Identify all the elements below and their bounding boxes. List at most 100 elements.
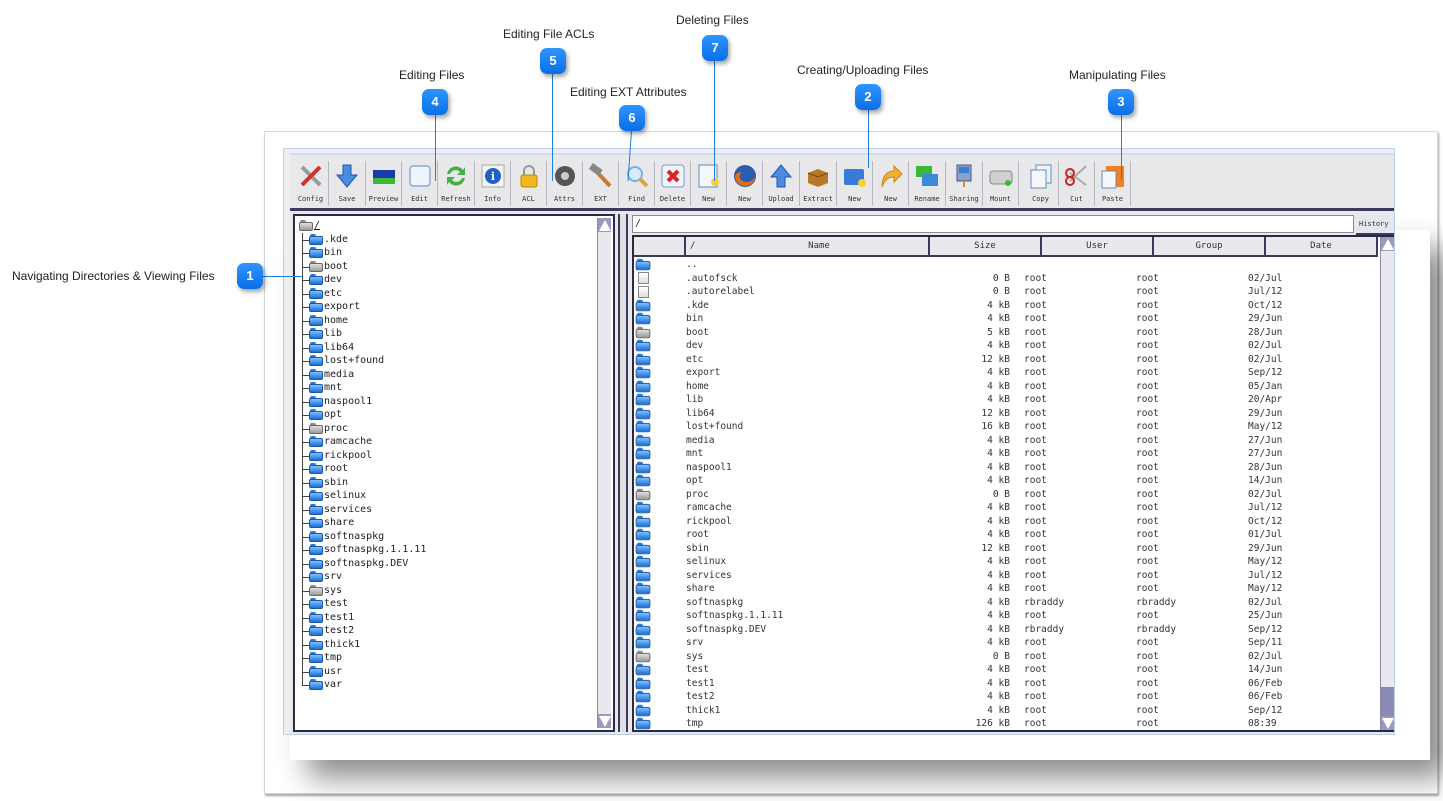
tree-item[interactable]: dev bbox=[299, 273, 426, 287]
history-button[interactable]: History bbox=[1356, 216, 1394, 235]
tree-item[interactable]: tmp bbox=[299, 651, 426, 665]
table-row[interactable]: media 4 kB root root 27/Jun bbox=[634, 434, 1350, 448]
table-row[interactable]: proc 0 B root root 02/Jul bbox=[634, 488, 1350, 502]
toolbar-button-find-9[interactable]: Find bbox=[619, 161, 655, 206]
toolbar-button-acl-6[interactable]: ACL bbox=[511, 161, 547, 206]
tree-item[interactable]: rickpool bbox=[299, 448, 426, 463]
tree-item[interactable]: lib64 bbox=[299, 340, 426, 355]
table-row[interactable]: naspool1 4 kB root root 28/Jun bbox=[634, 461, 1350, 475]
table-row[interactable]: lost+found 16 kB root root May/12 bbox=[634, 420, 1350, 434]
tree-item[interactable]: softnaspkg.1.1.11 bbox=[299, 543, 426, 557]
table-row[interactable]: opt 4 kB root root 14/Jun bbox=[634, 474, 1350, 488]
toolbar-button-new-11[interactable]: New bbox=[691, 161, 727, 206]
path-input[interactable]: / bbox=[632, 215, 1354, 233]
tree-item[interactable]: root bbox=[299, 462, 426, 476]
toolbar-button-config-0[interactable]: Config bbox=[293, 161, 329, 206]
tree-item[interactable]: test1 bbox=[299, 610, 426, 625]
table-row[interactable]: root 4 kB root root 01/Jul bbox=[634, 528, 1350, 542]
table-row[interactable]: selinux 4 kB root root May/12 bbox=[634, 555, 1350, 569]
tree-item[interactable]: sys bbox=[299, 583, 426, 598]
scroll-up-button[interactable] bbox=[1381, 237, 1394, 251]
tree-item[interactable]: lost+found bbox=[299, 354, 426, 368]
tree-item[interactable]: proc bbox=[299, 421, 426, 436]
tree-item[interactable]: media bbox=[299, 367, 426, 382]
toolbar-button-sharing-18[interactable]: Sharing bbox=[946, 161, 983, 206]
table-row[interactable]: .. bbox=[634, 258, 1350, 272]
tree-item[interactable]: softnaspkg bbox=[299, 529, 426, 544]
toolbar-button-rename-17[interactable]: Rename bbox=[909, 161, 946, 206]
table-row[interactable]: etc 12 kB root root 02/Jul bbox=[634, 353, 1350, 367]
toolbar-button-ext-8[interactable]: EXT bbox=[583, 161, 619, 206]
table-row[interactable]: sys 0 B root root 02/Jul bbox=[634, 650, 1350, 664]
tree-item[interactable]: mnt bbox=[299, 381, 426, 395]
tree-item[interactable]: thick1 bbox=[299, 637, 426, 652]
table-row[interactable]: .autorelabel 0 B root root Jul/12 bbox=[634, 285, 1350, 299]
column-header-icon[interactable] bbox=[634, 237, 686, 255]
table-row[interactable]: srv 4 kB root root Sep/11 bbox=[634, 636, 1350, 650]
table-row[interactable]: bin 4 kB root root 29/Jun bbox=[634, 312, 1350, 326]
scroll-up-button[interactable] bbox=[598, 218, 611, 232]
column-header-group[interactable]: Group bbox=[1154, 237, 1266, 255]
table-row[interactable]: tmp 126 kB root root 08:39 bbox=[634, 717, 1350, 731]
toolbar-button-extract-14[interactable]: Extract bbox=[800, 161, 837, 206]
tree-item[interactable]: services bbox=[299, 502, 426, 517]
table-row[interactable]: home 4 kB root root 05/Jan bbox=[634, 380, 1350, 394]
tree-item[interactable]: softnaspkg.DEV bbox=[299, 556, 426, 571]
tree-item[interactable]: share bbox=[299, 516, 426, 530]
tree-item[interactable]: var bbox=[299, 678, 426, 692]
tree-item[interactable]: bin bbox=[299, 246, 426, 260]
tree-item[interactable]: test bbox=[299, 597, 426, 611]
tree-item[interactable]: home bbox=[299, 313, 426, 328]
tree-item[interactable]: lib bbox=[299, 327, 426, 341]
table-row[interactable]: lib64 12 kB root root 29/Jun bbox=[634, 407, 1350, 421]
tree-item[interactable]: boot bbox=[299, 259, 426, 274]
table-row[interactable]: softnaspkg.1.1.11 4 kB root root 25/Jun bbox=[634, 609, 1350, 623]
table-row[interactable]: services 4 kB root root Jul/12 bbox=[634, 569, 1350, 583]
table-row[interactable]: softnaspkg.DEV 4 kB rbraddy rbraddy Sep/12 bbox=[634, 623, 1350, 637]
pane-splitter[interactable] bbox=[618, 214, 628, 732]
toolbar-button-new-12[interactable]: New bbox=[727, 161, 763, 206]
toolbar-button-edit-3[interactable]: Edit bbox=[402, 161, 438, 206]
toolbar-button-save-1[interactable]: Save bbox=[329, 161, 366, 206]
table-row[interactable]: softnaspkg 4 kB rbraddy rbraddy 02/Jul bbox=[634, 596, 1350, 610]
table-row[interactable]: sbin 12 kB root root 29/Jun bbox=[634, 542, 1350, 556]
table-row[interactable]: .autofsck 0 B root root 02/Jul bbox=[634, 272, 1350, 286]
tree-item[interactable]: opt bbox=[299, 408, 426, 422]
table-row[interactable]: mnt 4 kB root root 27/Jun bbox=[634, 447, 1350, 461]
table-row[interactable]: test 4 kB root root 14/Jun bbox=[634, 663, 1350, 677]
toolbar-button-preview-2[interactable]: Preview bbox=[366, 161, 402, 206]
tree-item[interactable]: usr bbox=[299, 664, 426, 679]
tree-root[interactable]: / bbox=[299, 219, 426, 233]
table-row[interactable]: dev 4 kB root root 02/Jul bbox=[634, 339, 1350, 353]
table-row[interactable]: rickpool 4 kB root root Oct/12 bbox=[634, 515, 1350, 529]
table-row[interactable]: boot 5 kB root root 28/Jun bbox=[634, 326, 1350, 340]
toolbar-button-delete-10[interactable]: Delete bbox=[655, 161, 691, 206]
column-header-size[interactable]: Size bbox=[930, 237, 1042, 255]
tree-scrollbar[interactable] bbox=[597, 218, 611, 728]
scroll-down-button[interactable] bbox=[1381, 716, 1394, 730]
table-row[interactable]: .kde 4 kB root root Oct/12 bbox=[634, 299, 1350, 313]
scroll-down-button[interactable] bbox=[598, 714, 611, 728]
toolbar-button-info-5[interactable]: i Info bbox=[475, 161, 511, 206]
toolbar-button-paste-22[interactable]: Paste bbox=[1095, 161, 1131, 206]
directory-tree[interactable]: / .kde bin boot dev etc export home lib lib64 los… bbox=[293, 214, 615, 732]
column-header-name[interactable]: Name bbox=[710, 237, 930, 255]
toolbar-button-cut-21[interactable]: Cut bbox=[1059, 161, 1095, 206]
tree-item[interactable]: srv bbox=[299, 570, 426, 584]
tree-item[interactable]: selinux bbox=[299, 489, 426, 503]
column-header-date[interactable]: Date bbox=[1266, 237, 1378, 255]
toolbar-button-new-16[interactable]: New bbox=[873, 161, 909, 206]
toolbar-button-mount-19[interactable]: Mount bbox=[983, 161, 1019, 206]
tree-item[interactable]: etc bbox=[299, 286, 426, 301]
tree-item[interactable]: naspool1 bbox=[299, 394, 426, 409]
tree-item[interactable]: export bbox=[299, 300, 426, 314]
table-row[interactable]: share 4 kB root root May/12 bbox=[634, 582, 1350, 596]
table-row[interactable]: export 4 kB root root Sep/12 bbox=[634, 366, 1350, 380]
column-header-path[interactable]: / bbox=[686, 237, 710, 255]
tree-item[interactable]: ramcache bbox=[299, 435, 426, 449]
file-list-scrollbar[interactable] bbox=[1380, 237, 1394, 730]
table-row[interactable]: thick1 4 kB root root Sep/12 bbox=[634, 704, 1350, 718]
table-row[interactable]: test1 4 kB root root 06/Feb bbox=[634, 677, 1350, 691]
tree-item[interactable]: .kde bbox=[299, 232, 426, 247]
table-row[interactable]: ramcache 4 kB root root Jul/12 bbox=[634, 501, 1350, 515]
